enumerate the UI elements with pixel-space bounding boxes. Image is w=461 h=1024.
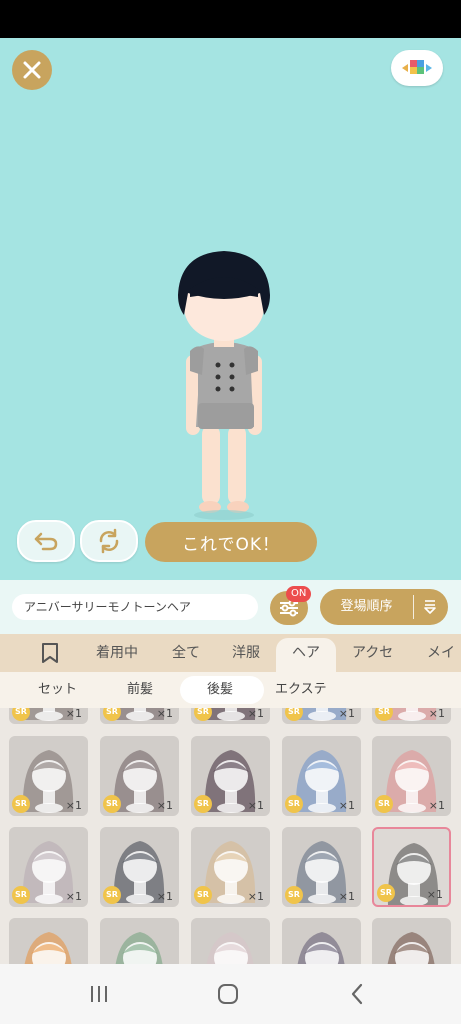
palette-button[interactable] — [391, 50, 443, 86]
hair-item-preview — [387, 932, 435, 964]
rarity-badge: SR — [285, 795, 303, 813]
item-cell[interactable]: SR×1 — [372, 918, 451, 964]
tab-all[interactable]: 全て — [172, 634, 200, 672]
hair-item-preview — [24, 932, 72, 964]
recent-apps-button[interactable] — [79, 978, 119, 1010]
item-cell[interactable]: SR ×1 — [191, 736, 270, 816]
item-cell[interactable]: SR ×1 — [191, 827, 270, 907]
home-icon — [218, 984, 238, 1004]
undo-icon — [34, 532, 58, 551]
item-cell[interactable]: SR×1 — [100, 708, 179, 724]
item-cell[interactable]: SR ×1 — [100, 736, 179, 816]
item-count: ×1 — [156, 890, 173, 903]
rarity-badge: SR — [12, 886, 30, 904]
item-cell[interactable]: SR ×1 — [9, 736, 88, 816]
item-cell[interactable]: SR×1 — [9, 708, 88, 724]
sort-label: 登場順序 — [340, 599, 393, 614]
rarity-badge: SR — [377, 884, 395, 902]
hair-item-preview — [206, 932, 254, 964]
item-cell[interactable]: SR×1 — [372, 708, 451, 724]
item-count: ×1 — [247, 890, 264, 903]
rarity-badge: SR — [194, 886, 212, 904]
close-button[interactable] — [12, 50, 52, 90]
tab-wearing[interactable]: 着用中 — [96, 634, 138, 672]
tab-hair[interactable]: ヘア — [292, 634, 320, 672]
avatar-head — [178, 251, 270, 347]
item-count: ×1 — [338, 890, 355, 903]
item-cell[interactable]: SR ×1 — [372, 827, 451, 907]
tab-accessories[interactable]: アクセ — [352, 634, 393, 672]
subtab-back-hair[interactable]: 後髪 — [207, 672, 233, 708]
item-cell[interactable]: SR ×1 — [372, 736, 451, 816]
item-count: ×1 — [247, 708, 264, 720]
status-bar — [0, 0, 461, 38]
confirm-button[interactable]: これでOK！ — [145, 522, 317, 562]
tab-clothes[interactable]: 洋服 — [232, 634, 260, 672]
tab-bookmark[interactable] — [40, 634, 60, 672]
back-button[interactable] — [337, 978, 377, 1010]
item-cell[interactable]: SR ×1 — [9, 827, 88, 907]
rarity-badge: SR — [103, 886, 121, 904]
filter-on-badge: ON — [286, 586, 312, 602]
close-icon — [23, 61, 41, 79]
recent-apps-icon — [91, 986, 107, 1002]
item-count: ×1 — [428, 708, 445, 720]
item-count: ×1 — [338, 708, 355, 720]
rarity-badge: SR — [194, 795, 212, 813]
subtab-extensions[interactable]: エクステ — [275, 672, 327, 708]
rarity-badge: SR — [375, 795, 393, 813]
item-count: ×1 — [247, 799, 264, 812]
subtab-set[interactable]: セット — [38, 672, 77, 708]
avatar-legs — [194, 425, 254, 520]
sort-button[interactable]: 登場順序 — [320, 589, 448, 625]
item-cell[interactable]: SR ×1 — [282, 827, 361, 907]
rarity-badge: SR — [103, 795, 121, 813]
item-count: ×1 — [65, 799, 82, 812]
rotate-button[interactable] — [80, 520, 138, 562]
undo-button[interactable] — [17, 520, 75, 562]
item-count: ×1 — [156, 799, 173, 812]
palette-icon — [402, 60, 432, 74]
rarity-badge: SR — [12, 795, 30, 813]
item-count: ×1 — [156, 708, 173, 720]
tab-makeup[interactable]: メイク — [427, 634, 461, 699]
sort-divider — [413, 595, 414, 619]
item-count: ×1 — [65, 890, 82, 903]
item-grid: SR ×1 SR ×1 SR ×1 SR ×1 SR ×1 SR ×1 SR ×1 SR ×1 SR ×1 SR ×1… — [0, 708, 461, 964]
item-cell[interactable]: SR×1 — [9, 918, 88, 964]
item-cell[interactable]: SR ×1 — [100, 827, 179, 907]
item-cell[interactable]: SR×1 — [282, 918, 361, 964]
avatar-figure — [178, 251, 270, 520]
item-count: ×1 — [338, 799, 355, 812]
item-cell[interactable]: SR ×1 — [282, 736, 361, 816]
bookmark-icon — [42, 643, 58, 663]
item-cell[interactable]: SR×1 — [100, 918, 179, 964]
item-count: ×1 — [428, 799, 445, 812]
item-count: ×1 — [426, 888, 443, 901]
rarity-badge: SR — [285, 886, 303, 904]
home-button[interactable] — [208, 978, 248, 1010]
item-cell[interactable]: SR×1 — [282, 708, 361, 724]
sort-icon[interactable] — [422, 599, 438, 615]
avatar-outfit — [190, 342, 258, 429]
subtab-bangs[interactable]: 前髪 — [127, 672, 153, 708]
rotate-icon — [99, 528, 119, 554]
hair-item-preview — [115, 932, 163, 964]
hair-item-preview — [297, 932, 345, 964]
item-count: ×1 — [65, 708, 82, 720]
back-icon — [351, 983, 363, 1005]
item-cell[interactable]: SR×1 — [191, 708, 270, 724]
item-cell[interactable]: SR×1 — [191, 918, 270, 964]
item-name-field: アニバーサリーモノトーンヘア — [12, 594, 258, 620]
